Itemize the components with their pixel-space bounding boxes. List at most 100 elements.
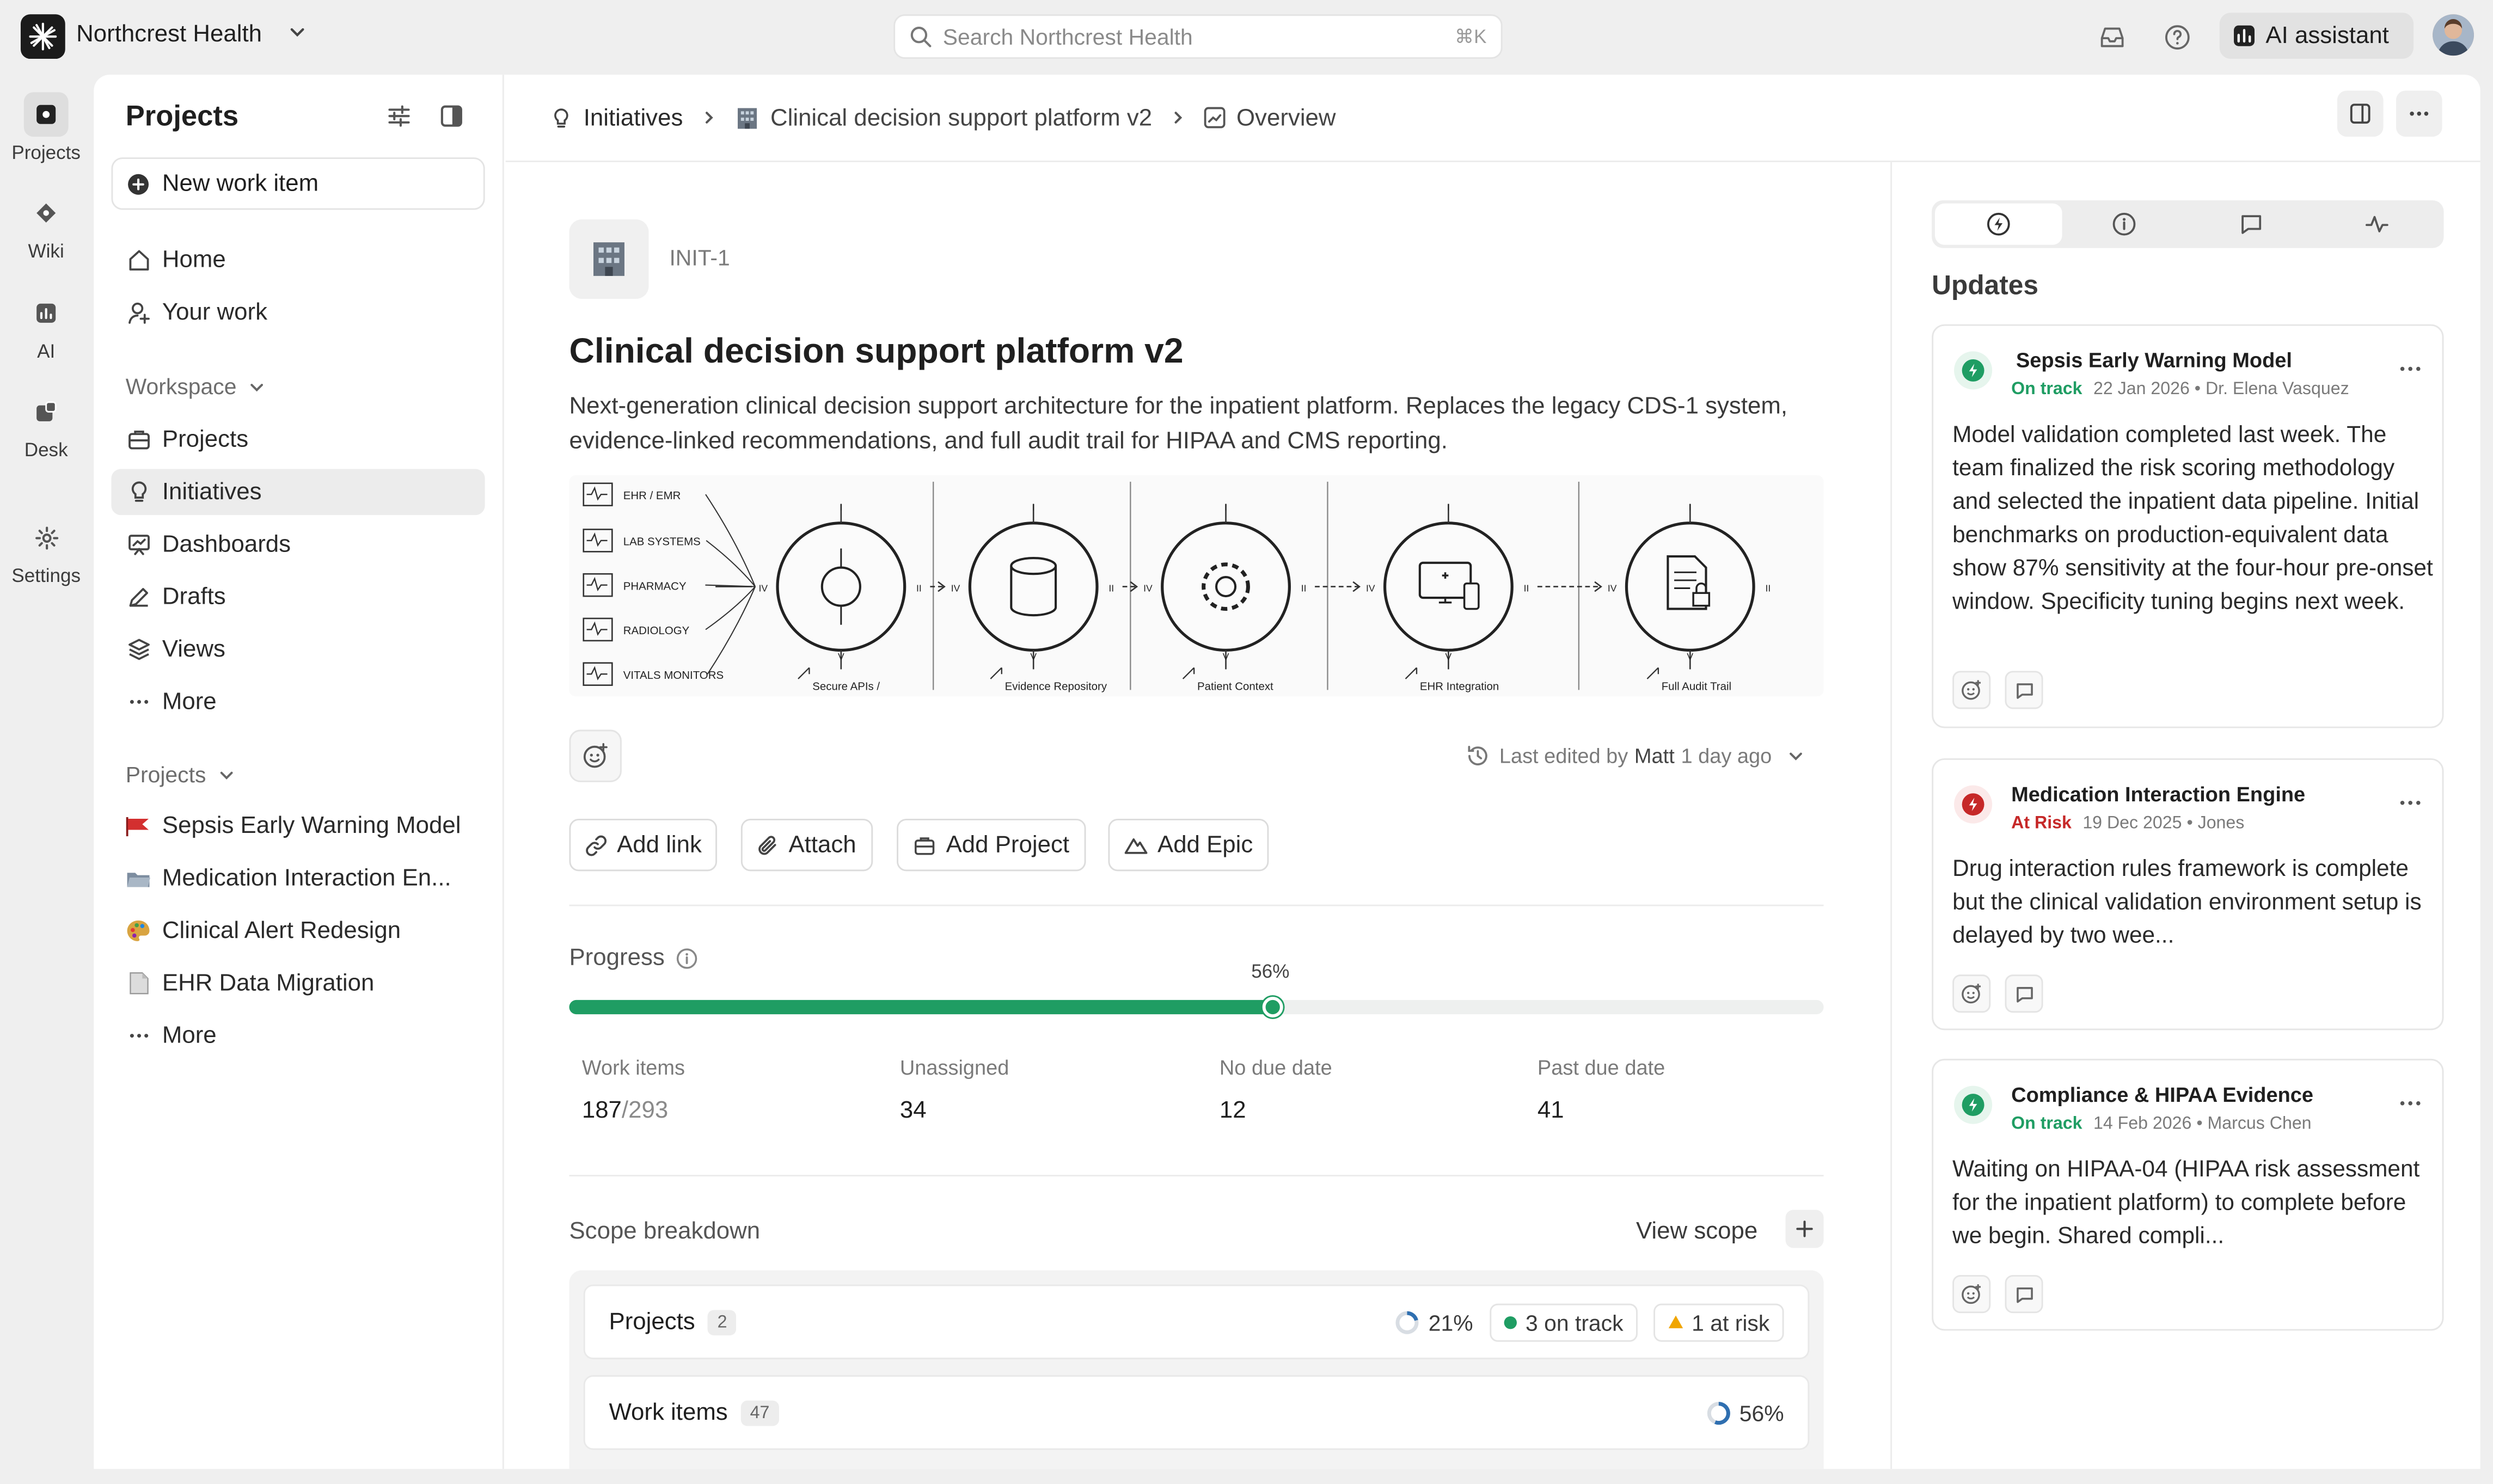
sidebar-item-more[interactable]: More (111, 679, 485, 725)
inbox-icon[interactable] (2096, 21, 2127, 52)
sidebar-item-dashboards[interactable]: Dashboards (111, 522, 485, 568)
toggle-details-button[interactable] (2337, 90, 2384, 137)
user-avatar[interactable] (2433, 14, 2474, 56)
chevron-right-icon (700, 104, 716, 131)
sidebar-project-label: More (162, 1022, 217, 1050)
comment-button[interactable] (2005, 1275, 2043, 1314)
source-glyph (586, 532, 608, 547)
sidebar-item-views[interactable]: Views (111, 627, 485, 673)
add-reaction-button[interactable] (1952, 974, 1991, 1013)
last-edited[interactable]: Last edited by Matt 1 day ago (1466, 744, 1805, 768)
sidebar-project-clinical-alert[interactable]: Clinical Alert Redesign (111, 907, 485, 954)
projects-icon (23, 92, 69, 137)
stage-port-top-label: I (1032, 501, 1035, 512)
rail-item-projects[interactable]: Projects (0, 92, 92, 164)
ellipsis-icon[interactable] (2398, 356, 2423, 382)
new-work-item-label: New work item (162, 170, 319, 198)
stage-port-bottom-label: V (1223, 651, 1229, 662)
help-icon[interactable] (2161, 21, 2192, 52)
action-label: Add Epic (1157, 831, 1253, 858)
rail-item-ai[interactable]: AI (0, 291, 92, 363)
add-reaction-button[interactable] (1952, 1275, 1991, 1314)
update-card[interactable]: Medication Interaction Engine At Risk 19… (1932, 758, 2444, 1031)
update-card[interactable]: Sepsis Early Warning Model On track 22 J… (1932, 324, 2444, 728)
update-date: 14 Feb 2026 (2093, 1114, 2192, 1134)
rail-item-settings[interactable]: Settings (0, 515, 92, 587)
breadcrumb-initiative[interactable]: Clinical decision support platform v2 (734, 104, 1152, 131)
stat-no-due-date[interactable]: 12 (1220, 1097, 1246, 1124)
stat-unassigned[interactable]: 34 (900, 1097, 927, 1124)
initiative-id: INIT-1 (669, 244, 730, 271)
sidebar-item-drafts[interactable]: Drafts (111, 574, 485, 620)
workspace-section-header[interactable]: Workspace (126, 373, 265, 399)
add-project-button[interactable]: Add Project (897, 818, 1086, 872)
ellipsis-icon[interactable] (2398, 790, 2423, 815)
view-scope-link[interactable]: View scope (1636, 1218, 1757, 1245)
add-link-button[interactable]: Add link (569, 818, 718, 872)
search-placeholder: Search Northcrest Health (942, 23, 1193, 50)
progress-bar-fill (569, 999, 1272, 1015)
scope-row-projects[interactable]: Projects 2 21% 3 on track 1 at risk (583, 1284, 1810, 1359)
sidebar-item-your-work[interactable]: Your work (111, 289, 485, 335)
sidebar-item-home[interactable]: Home (111, 237, 485, 283)
tab-updates[interactable] (1935, 203, 2062, 245)
stat-work-items[interactable]: 187/293 (582, 1097, 668, 1124)
chevron-down-icon[interactable] (288, 22, 307, 41)
tab-activity[interactable] (2314, 204, 2440, 245)
comment-button[interactable] (2005, 974, 2043, 1013)
stage-pointer (1405, 667, 1418, 679)
workspace-name[interactable]: Northcrest Health (76, 21, 262, 48)
stage-port-in-label: IV (758, 582, 768, 593)
tab-info[interactable] (2061, 204, 2188, 245)
attach-button[interactable]: Attach (740, 818, 872, 872)
section-label: Projects (125, 761, 206, 787)
sidebar-project-sepsis[interactable]: Sepsis Early Warning Model (111, 803, 485, 849)
info-icon[interactable] (676, 947, 698, 969)
update-card[interactable]: Compliance & HIPAA Evidence On track 14 … (1932, 1058, 2444, 1331)
projects-section-header[interactable]: Projects (126, 762, 235, 787)
initiative-title[interactable]: Clinical decision support platform v2 (569, 330, 1183, 372)
search-icon (910, 27, 932, 47)
sidebar-project-medication[interactable]: Medication Interaction En... (111, 855, 485, 902)
add-reaction-button[interactable] (569, 729, 622, 782)
new-work-item-button[interactable]: New work item (111, 157, 485, 210)
architecture-diagram: EHR / EMR LAB SYSTEMS PHARMACY RADIOLOGY VIT… (569, 475, 1824, 697)
updates-tab-icon (1987, 212, 2010, 236)
on-track-status-icon (1954, 1086, 1993, 1124)
scope-row-pct: 21% (1428, 1309, 1473, 1335)
stat-label: Work items (581, 1056, 685, 1080)
progress-bar-marker[interactable] (1262, 997, 1283, 1017)
breadcrumb-initiatives[interactable]: Initiatives (550, 104, 683, 131)
breadcrumb-overview[interactable]: Overview (1203, 104, 1336, 131)
initiative-description[interactable]: Next-generation clinical decision suppor… (569, 389, 1793, 459)
on-track-badge[interactable]: 3 on track (1489, 1303, 1638, 1341)
rail-item-wiki[interactable]: Wiki (0, 191, 92, 262)
stat-past-due-date[interactable]: 41 (1538, 1097, 1564, 1124)
top-bar: Northcrest Health Search Northcrest Heal… (0, 0, 2493, 73)
at-risk-badge[interactable]: 1 at risk (1653, 1303, 1784, 1341)
initiative-icon[interactable] (569, 219, 649, 299)
ellipsis-icon[interactable] (2398, 1090, 2423, 1116)
sidebar-item-initiatives[interactable]: Initiatives (111, 469, 485, 516)
search-bar[interactable]: Search Northcrest Health ⌘K (893, 14, 1503, 59)
comment-button[interactable] (2005, 671, 2043, 709)
sidebar-project-ehr-migration[interactable]: EHR Data Migration (111, 960, 485, 1007)
tab-comments[interactable] (2188, 204, 2314, 245)
add-scope-button[interactable] (1785, 1210, 1824, 1248)
stage-port-out-label: II (1301, 582, 1307, 593)
add-epic-button[interactable]: Add Epic (1108, 818, 1269, 872)
paperclip-icon (758, 835, 776, 854)
add-reaction-button[interactable] (1952, 671, 1991, 709)
scope-row-work-items[interactable]: Work items 47 56% (583, 1375, 1810, 1450)
progress-label-text: Progress (569, 944, 665, 972)
sidebar-item-projects[interactable]: Projects (111, 416, 485, 463)
rail-item-desk[interactable]: Desk (0, 389, 92, 461)
ai-assistant-button[interactable]: AI assistant (2219, 13, 2414, 59)
stage-circle (776, 522, 906, 652)
plus-circle-icon (128, 173, 149, 194)
workspace-logo[interactable] (20, 14, 65, 59)
sidebar-toggle-icon[interactable] (439, 103, 464, 129)
filter-sliders-icon[interactable] (387, 103, 412, 129)
sidebar-project-more[interactable]: More (111, 1013, 485, 1059)
more-options-button[interactable] (2396, 90, 2442, 137)
